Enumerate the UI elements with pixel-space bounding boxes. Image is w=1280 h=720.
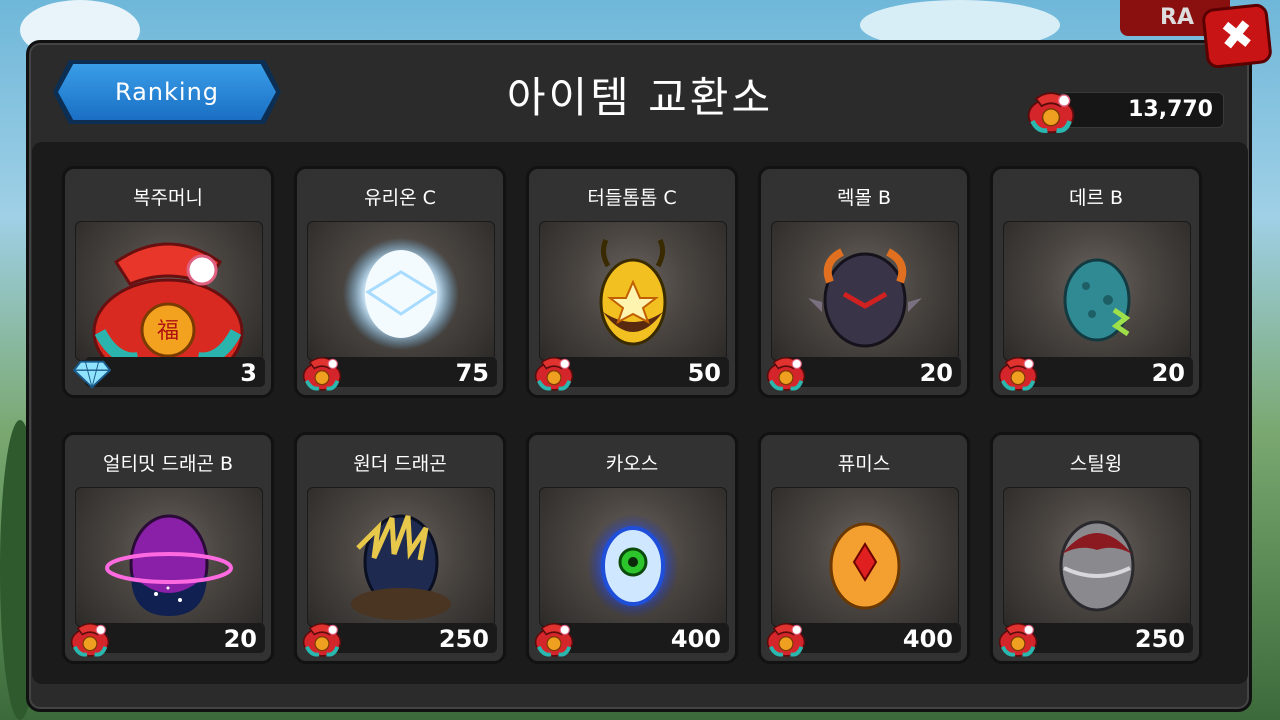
item-image-frame (75, 487, 263, 627)
item-image-frame (539, 487, 727, 627)
steel-egg-icon (1059, 520, 1135, 612)
glowing-egg-icon (343, 238, 459, 350)
purple-egg-icon (105, 514, 233, 616)
item-price: 3 (240, 359, 257, 387)
lucky-pouch-icon (70, 622, 110, 657)
dark-egg-icon (808, 248, 922, 348)
item-image-frame (771, 221, 959, 361)
item-card[interactable]: 렉몰 B 20 (758, 166, 970, 398)
item-card[interactable]: 카오스 400 (526, 432, 738, 664)
item-name: 복주머니 (133, 187, 203, 209)
item-card[interactable]: 복주머니 福 3 (62, 166, 274, 398)
item-price: 50 (687, 359, 721, 387)
item-image-frame (1003, 221, 1191, 361)
lucky-pouch-icon (534, 622, 574, 657)
item-name: 유리온 C (364, 187, 436, 209)
item-name: 렉몰 B (836, 187, 892, 209)
currency-value: 13,770 (1128, 97, 1213, 122)
page-title: 아이템 교환소 (506, 73, 774, 122)
item-card[interactable]: 퓨미스 400 (758, 432, 970, 664)
item-image-frame (771, 487, 959, 627)
lucky-pouch-icon (998, 622, 1038, 657)
horned-egg-icon (599, 238, 667, 346)
item-image-frame (539, 221, 727, 361)
item-name: 데르 B (1068, 187, 1124, 209)
item-name: 스틸윙 (1069, 453, 1123, 475)
item-price: 20 (223, 625, 257, 653)
item-image-frame (1003, 487, 1191, 627)
item-card[interactable]: 스틸윙 250 (990, 432, 1202, 664)
svg-text:福: 福 (157, 319, 179, 344)
item-card[interactable]: 터들톰톰 C 50 (526, 166, 738, 398)
lucky-pouch-icon (302, 622, 342, 657)
item-name: 터들톰톰 C (587, 187, 677, 209)
item-name: 얼티밋 드래곤 B (103, 453, 233, 475)
lucky-pouch-icon (766, 356, 806, 391)
item-card[interactable]: 원더 드래곤 250 (294, 432, 506, 664)
item-card[interactable]: 유리온 C 75 (294, 166, 506, 398)
spiky-egg-icon (351, 514, 451, 620)
lucky-pouch-icon (766, 622, 806, 657)
item-price: 20 (919, 359, 953, 387)
item-price: 75 (455, 359, 489, 387)
item-image-frame (307, 221, 495, 361)
ranking-button[interactable]: Ranking (58, 64, 276, 120)
close-button[interactable]: ✖ (1201, 2, 1273, 70)
item-card[interactable]: 얼티밋 드래곤 B 20 (62, 432, 274, 664)
lucky-pouch-icon (534, 356, 574, 391)
currency-display: 13,770 (1060, 92, 1224, 128)
price-bar: 3 (85, 357, 265, 387)
lucky-pouch-icon (1027, 92, 1075, 134)
item-price: 250 (1134, 625, 1185, 653)
item-name: 카오스 (605, 453, 659, 475)
close-icon: ✖ (1217, 11, 1257, 61)
diamond-icon (73, 360, 111, 389)
item-name: 퓨미스 (837, 453, 891, 475)
lucky-pouch-icon: 福 (92, 242, 244, 360)
orange-gem-egg-icon (829, 522, 901, 610)
item-card[interactable]: 데르 B 20 (990, 166, 1202, 398)
item-price: 20 (1151, 359, 1185, 387)
blue-eye-egg-icon (587, 514, 679, 618)
lucky-pouch-icon (998, 356, 1038, 391)
teal-egg-icon (1063, 258, 1131, 342)
item-price: 250 (438, 625, 489, 653)
item-price: 400 (670, 625, 721, 653)
item-image-frame (307, 487, 495, 627)
lucky-pouch-icon (302, 356, 342, 391)
item-name: 원더 드래곤 (353, 453, 447, 475)
item-image-frame: 福 (75, 221, 263, 361)
item-price: 400 (902, 625, 953, 653)
